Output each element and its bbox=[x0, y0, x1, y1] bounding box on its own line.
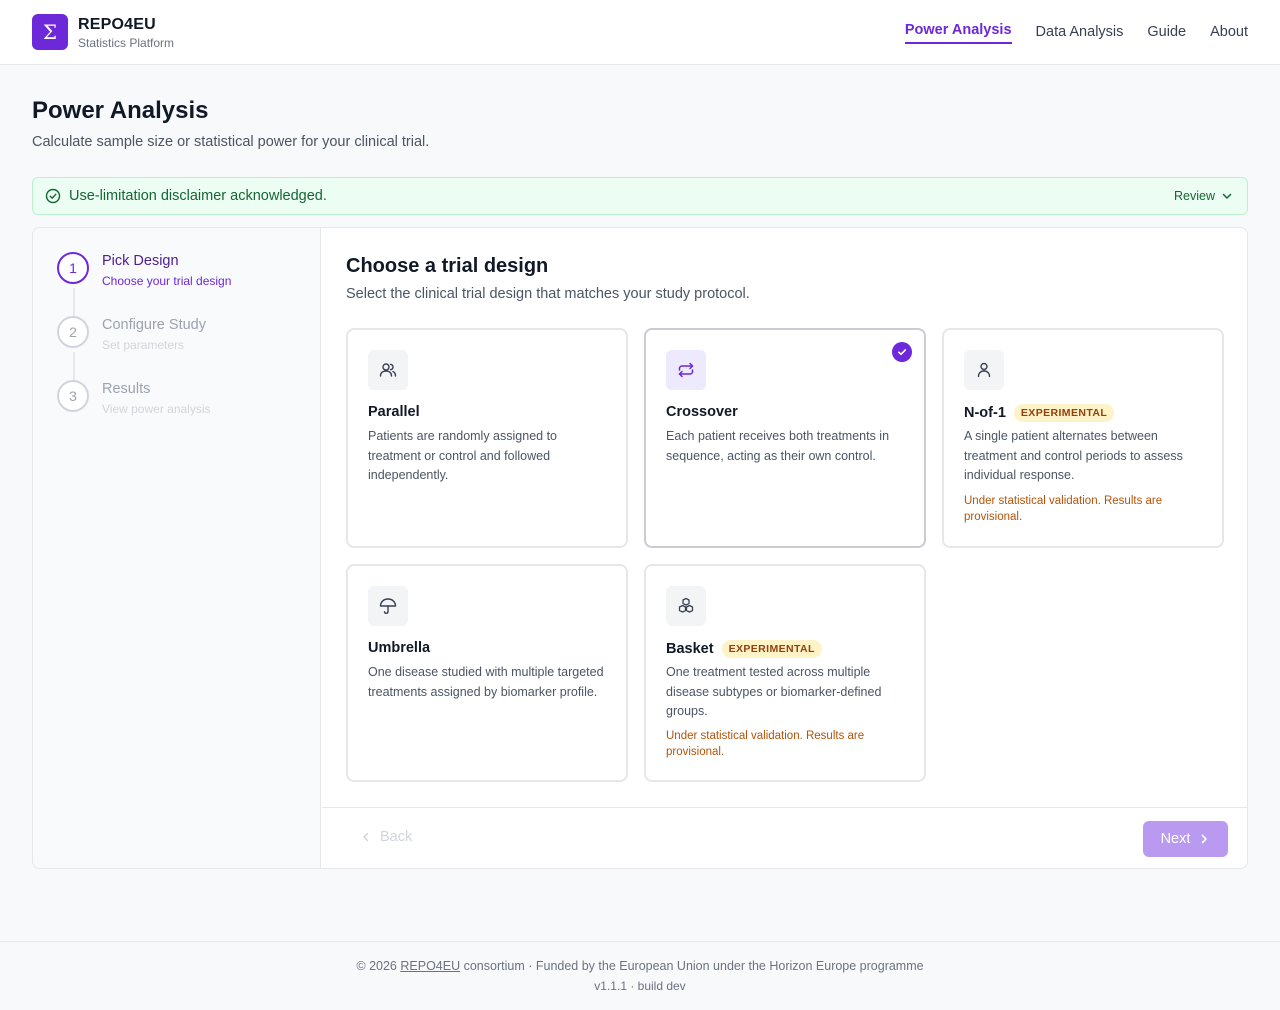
step-subtitle: View power analysis bbox=[102, 402, 211, 416]
step-number: 2 bbox=[57, 316, 89, 348]
step-connector bbox=[73, 288, 75, 316]
step-subtitle: Set parameters bbox=[102, 338, 185, 352]
step-title: Pick Design bbox=[102, 253, 179, 269]
next-label: Next bbox=[1160, 831, 1191, 847]
page-title: Power Analysis bbox=[32, 97, 209, 124]
design-title: Basket EXPERIMENTAL bbox=[666, 640, 822, 658]
users-icon bbox=[368, 350, 408, 390]
brand-name[interactable]: REPO4EU bbox=[78, 16, 156, 34]
design-description: Each patient receives both treatments in… bbox=[666, 429, 890, 463]
page-subtitle: Calculate sample size or statistical pow… bbox=[32, 134, 430, 150]
check-circle-icon bbox=[45, 188, 61, 204]
back-button[interactable]: Back bbox=[360, 829, 412, 845]
next-button[interactable]: Next bbox=[1143, 821, 1228, 857]
design-title: Parallel bbox=[368, 404, 420, 420]
design-card-parallel[interactable]: Parallel Patients are randomly assigned … bbox=[346, 328, 628, 548]
wizard-panel: 1 Pick Design Choose your trial design 2… bbox=[32, 227, 1248, 869]
step-number: 1 bbox=[57, 252, 89, 284]
design-description: A single patient alternates between trea… bbox=[964, 429, 1183, 482]
umbrella-icon bbox=[368, 586, 408, 626]
section-subtitle: Select the clinical trial design that ma… bbox=[346, 286, 750, 302]
boxes-icon bbox=[666, 586, 706, 626]
repeat-icon bbox=[666, 350, 706, 390]
design-title: Umbrella bbox=[368, 640, 430, 656]
design-card-basket[interactable]: Basket EXPERIMENTAL One treatment tested… bbox=[644, 564, 926, 782]
page-footer: © 2026 REPO4EU consortium · Funded by th… bbox=[0, 941, 1280, 1010]
step-configure-study[interactable]: 2 Configure Study Set parameters bbox=[57, 316, 307, 366]
nav-data-analysis[interactable]: Data Analysis bbox=[1036, 18, 1124, 46]
step-subtitle: Choose your trial design bbox=[102, 274, 232, 288]
step-title: Results bbox=[102, 381, 151, 397]
footer-version: v1.1.1 · build dev bbox=[594, 979, 686, 993]
review-button[interactable]: Review bbox=[1174, 189, 1233, 203]
design-description: One disease studied with multiple target… bbox=[368, 665, 604, 699]
nav-power-analysis[interactable]: Power Analysis bbox=[904, 16, 1012, 44]
design-title-text: Parallel bbox=[368, 404, 420, 420]
experimental-badge: EXPERIMENTAL bbox=[721, 640, 822, 658]
disclaimer-text: Use-limitation disclaimer acknowledged. bbox=[69, 188, 327, 204]
nav-guide[interactable]: Guide bbox=[1147, 18, 1186, 46]
copyright-suffix: consortium · Funded by the European Unio… bbox=[463, 959, 924, 973]
chevron-down-icon bbox=[1222, 193, 1232, 199]
design-title-text: Umbrella bbox=[368, 640, 431, 656]
user-icon bbox=[964, 350, 1004, 390]
review-label: Review bbox=[1174, 189, 1215, 203]
design-card-n-of-1[interactable]: N-of-1 EXPERIMENTAL A single patient alt… bbox=[942, 328, 1224, 548]
copyright-prefix: © 2026 bbox=[356, 959, 397, 973]
chevron-right-icon bbox=[1202, 834, 1208, 844]
footer-copyright: © 2026 REPO4EU consortium · Funded by th… bbox=[0, 959, 1280, 973]
step-connector bbox=[73, 352, 75, 380]
step-results[interactable]: 3 Results View power analysis bbox=[57, 380, 307, 430]
design-card-umbrella[interactable]: Umbrella One disease studied with multip… bbox=[346, 564, 628, 782]
nav-about[interactable]: About bbox=[1210, 18, 1248, 46]
design-description: Patients are randomly assigned to treatm… bbox=[368, 429, 557, 482]
validation-warning: Under statistical validation. Results ar… bbox=[964, 495, 1163, 523]
brand-subtitle: Statistics Platform bbox=[78, 36, 175, 50]
sigma-icon[interactable]: Σ bbox=[32, 14, 68, 50]
design-title: N-of-1 EXPERIMENTAL bbox=[964, 404, 1115, 422]
design-title-text: Crossover bbox=[666, 404, 738, 420]
chevron-left-icon bbox=[363, 832, 369, 842]
design-card-crossover[interactable]: Crossover Each patient receives both tre… bbox=[644, 328, 926, 548]
repo4eu-link[interactable]: REPO4EU bbox=[400, 959, 460, 973]
design-selection: Choose a trial design Select the clinica… bbox=[322, 228, 1247, 868]
top-navbar: Σ REPO4EU Statistics Platform Power Anal… bbox=[0, 0, 1280, 65]
step-number: 3 bbox=[57, 380, 89, 412]
wizard-stepper: 1 Pick Design Choose your trial design 2… bbox=[33, 228, 321, 868]
validation-warning: Under statistical validation. Results ar… bbox=[666, 730, 865, 758]
selected-check-icon bbox=[892, 342, 912, 362]
disclaimer-banner: Use-limitation disclaimer acknowledged. … bbox=[32, 177, 1248, 215]
section-title: Choose a trial design bbox=[346, 255, 549, 277]
back-label: Back bbox=[380, 829, 413, 845]
design-title-text: Basket bbox=[666, 641, 714, 657]
wizard-actions: Back Next bbox=[322, 807, 1247, 868]
experimental-badge: EXPERIMENTAL bbox=[1013, 404, 1115, 422]
design-title: Crossover bbox=[666, 404, 738, 420]
step-title: Configure Study bbox=[102, 317, 206, 333]
step-pick-design[interactable]: 1 Pick Design Choose your trial design bbox=[57, 252, 307, 302]
main-nav: Power Analysis Data Analysis Guide About bbox=[904, 0, 1248, 64]
design-title-text: N-of-1 bbox=[964, 405, 1006, 421]
design-description: One treatment tested across multiple dis… bbox=[666, 665, 882, 718]
